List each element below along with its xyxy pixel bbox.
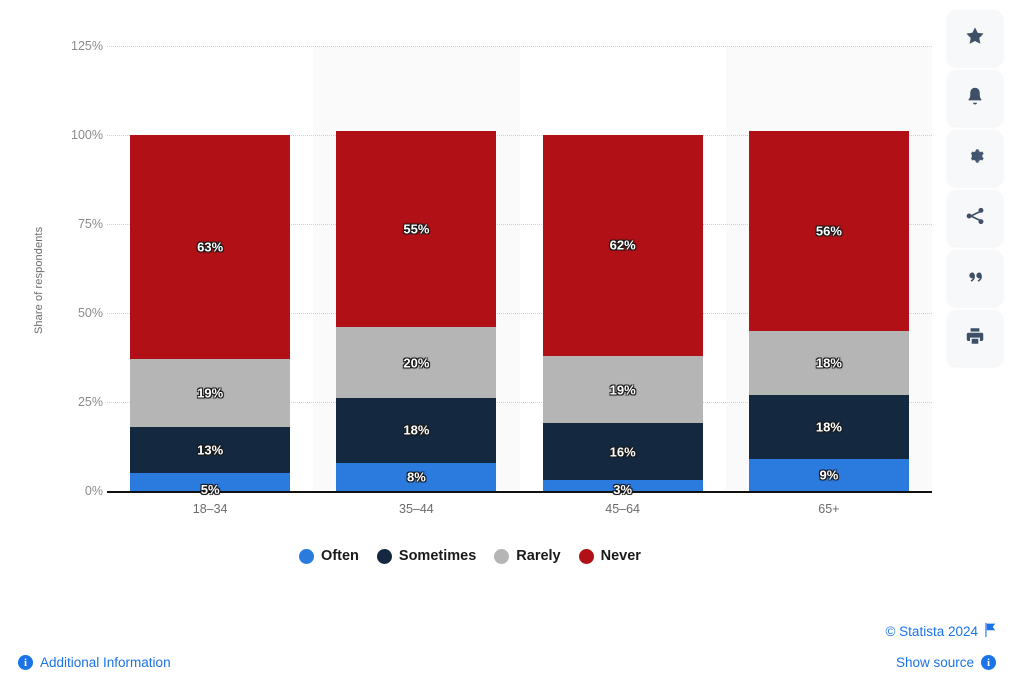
flag-icon[interactable] (984, 623, 996, 640)
legend-item[interactable]: Often (299, 548, 359, 564)
bar-value-label: 13% (197, 442, 224, 458)
footer: © Statista 2024 i Additional Information… (0, 611, 1012, 683)
legend-label: Never (600, 548, 641, 564)
bell-icon (964, 85, 986, 112)
bar-value-label: 55% (403, 221, 430, 237)
copyright-text: © Statista 2024 (885, 624, 978, 639)
info-icon: i (18, 655, 33, 670)
legend-item[interactable]: Never (578, 548, 641, 564)
legend-item[interactable]: Rarely (494, 548, 561, 564)
legend-color-swatch (376, 548, 392, 564)
bar-segment[interactable]: 9% (748, 458, 909, 491)
bar-value-label: 19% (609, 382, 636, 398)
bar-segment[interactable]: 18% (336, 398, 497, 463)
legend-color-swatch (578, 548, 594, 564)
chart-legend: Often Sometimes Rarely Never (0, 548, 940, 564)
bar-segment[interactable]: 13% (130, 426, 291, 474)
star-icon (964, 25, 986, 52)
gear-icon (964, 145, 986, 172)
right-toolbar (947, 10, 1003, 366)
bar-value-label: 18% (815, 419, 842, 435)
plot-area: 63% 19% 13% 5% 18–34 55% 20% 18% 8% 35–44 62% 19% 16… (107, 0, 932, 600)
bar-segment[interactable]: 20% (336, 327, 497, 399)
cite-button[interactable] (947, 250, 1003, 306)
legend-label: Sometimes (398, 548, 477, 564)
bar-stack[interactable]: 63% 19% 13% 5% (130, 135, 291, 497)
bar-value-label: 56% (815, 223, 842, 239)
bar-segment[interactable]: 18% (748, 394, 909, 459)
y-axis-tick-label: 100% (71, 128, 103, 142)
bar-value-label: 20% (403, 355, 430, 371)
copyright: © Statista 2024 (885, 623, 996, 640)
legend-color-swatch (494, 548, 510, 564)
y-axis-tick-labels: 0% 25% 50% 75% 100% 125% (37, 0, 103, 600)
legend-item[interactable]: Sometimes (376, 548, 477, 564)
additional-information-link[interactable]: i Additional Information (18, 655, 171, 670)
settings-button[interactable] (947, 130, 1003, 186)
share-icon (964, 205, 986, 232)
bar-segment[interactable]: 18% (748, 330, 909, 395)
y-axis-tick-label: 0% (84, 484, 103, 498)
chart-region: Share of respondents 0% 25% 50% 75% 100% 125%… (0, 0, 940, 600)
y-axis-tick-label: 50% (77, 306, 103, 320)
y-axis-tick-label: 25% (77, 395, 103, 409)
bar-value-label: 3% (613, 482, 633, 497)
share-button[interactable] (947, 190, 1003, 246)
bar-value-label: 5% (200, 482, 220, 497)
info-icon: i (981, 655, 996, 670)
bar-segment[interactable]: 63% (130, 135, 291, 360)
bar-segment[interactable]: 3% (542, 480, 703, 497)
bar-value-label: 16% (609, 444, 636, 460)
x-axis-tick-label: 45–64 (605, 502, 641, 516)
bar-segment[interactable]: 62% (542, 135, 703, 356)
bar-stack[interactable]: 62% 19% 16% 3% (542, 135, 703, 497)
x-axis-tick-label: 65+ (818, 502, 840, 516)
legend-color-swatch (299, 548, 315, 564)
bar-stack[interactable]: 56% 18% 18% 9% (748, 131, 909, 491)
gridline (107, 46, 932, 47)
print-icon (964, 325, 986, 352)
bar-segment[interactable]: 8% (336, 462, 497, 491)
quote-icon (964, 265, 986, 292)
x-axis-tick-label: 35–44 (398, 502, 434, 516)
show-source-link[interactable]: Show source i (896, 655, 996, 670)
bar-value-label: 19% (197, 385, 224, 401)
notifications-button[interactable] (947, 70, 1003, 126)
bar-segment[interactable]: 55% (336, 131, 497, 328)
bar-value-label: 8% (406, 469, 426, 485)
additional-information-label: Additional Information (40, 655, 171, 670)
print-button[interactable] (947, 310, 1003, 366)
x-axis-tick-label: 18–34 (192, 502, 228, 516)
y-axis-tick-label: 125% (71, 39, 103, 53)
bar-segment[interactable]: 5% (130, 473, 291, 497)
legend-label: Rarely (516, 548, 561, 564)
statista-chart-page: Share of respondents 0% 25% 50% 75% 100% 125%… (0, 0, 1012, 683)
favorite-button[interactable] (947, 10, 1003, 66)
bar-value-label: 18% (815, 355, 842, 371)
bar-stack[interactable]: 55% 20% 18% 8% (336, 131, 497, 491)
bar-value-label: 62% (609, 237, 636, 253)
bar-segment[interactable]: 19% (542, 355, 703, 424)
bar-segment[interactable]: 19% (130, 359, 291, 427)
bar-segment[interactable]: 16% (542, 423, 703, 481)
bar-segment[interactable]: 56% (748, 131, 909, 331)
bar-value-label: 18% (403, 422, 430, 438)
bar-value-label: 63% (197, 239, 224, 255)
bar-value-label: 9% (819, 467, 839, 483)
y-axis-tick-label: 75% (77, 217, 103, 231)
show-source-label: Show source (895, 655, 974, 670)
legend-label: Often (321, 548, 359, 564)
